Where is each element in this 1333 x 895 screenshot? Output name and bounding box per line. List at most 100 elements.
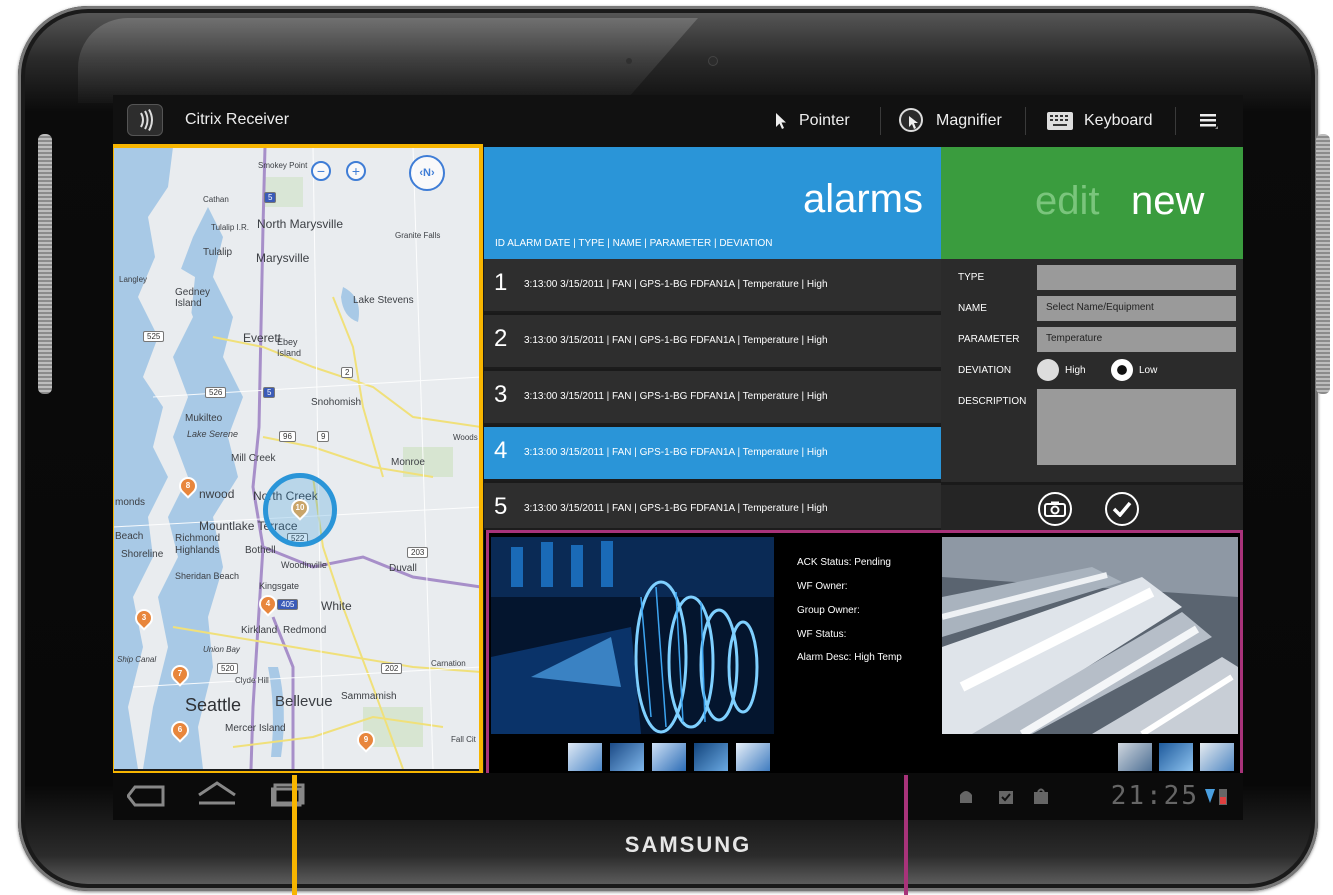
back-icon[interactable] bbox=[127, 785, 167, 807]
menu-button[interactable] bbox=[1199, 103, 1219, 139]
map-label: Woodinville bbox=[281, 560, 327, 570]
photo-thumbnail[interactable] bbox=[1159, 743, 1193, 771]
map-label: Tulalip I.R. bbox=[211, 223, 249, 232]
highway-shield: 2 bbox=[341, 367, 354, 378]
map-label: Mercer Island bbox=[225, 723, 286, 734]
compass-north-label: N bbox=[423, 167, 431, 179]
pointer-button[interactable]: Pointer bbox=[773, 103, 850, 139]
photo-thumbnail[interactable] bbox=[694, 743, 728, 771]
alarm-description: Alarm Desc: High Temp bbox=[797, 652, 902, 663]
photo-thumbnail[interactable] bbox=[1200, 743, 1234, 771]
magnifier-label: Magnifier bbox=[936, 112, 1002, 129]
ack-status: ACK Status: Pending bbox=[797, 557, 891, 568]
shopping-bag-icon bbox=[1034, 788, 1048, 804]
alarm-id: 3 bbox=[494, 381, 508, 408]
map-view[interactable]: − + ‹N› Smokey Point Cathan North Marysv… bbox=[113, 147, 481, 769]
map-label: Sammamish bbox=[341, 691, 397, 702]
map-label: North Marysville bbox=[257, 217, 344, 231]
alarm-row[interactable]: 1 3:13:00 3/15/2011 | FAN | GPS-1-BG FDF… bbox=[484, 259, 941, 313]
description-field[interactable] bbox=[1037, 389, 1236, 465]
keyboard-button[interactable]: Keyboard bbox=[1046, 103, 1153, 139]
alarm-details: 3:13:00 3/15/2011 | FAN | GPS-1-BG FDFAN… bbox=[524, 391, 828, 402]
home-icon[interactable] bbox=[197, 781, 237, 807]
alarm-row[interactable]: 3 3:13:00 3/15/2011 | FAN | GPS-1-BG FDF… bbox=[484, 371, 941, 425]
turbine-photo[interactable] bbox=[491, 537, 774, 734]
highway-shield: 520 bbox=[217, 663, 239, 674]
deviation-low-radio[interactable] bbox=[1111, 359, 1133, 381]
parameter-label: PARAMETER bbox=[958, 334, 1020, 345]
screen: Citrix Receiver Pointer Magnifier Keyboa… bbox=[113, 95, 1243, 820]
map-label: Mukilteo bbox=[185, 413, 223, 424]
photo-thumbnail[interactable] bbox=[568, 743, 602, 771]
map-label: monds bbox=[115, 497, 146, 508]
map-label: Langley bbox=[119, 275, 148, 284]
form-action-bar bbox=[941, 485, 1243, 530]
type-label: TYPE bbox=[958, 272, 985, 283]
alarm-row[interactable]: 2 3:13:00 3/15/2011 | FAN | GPS-1-BG FDF… bbox=[484, 315, 941, 369]
alarm-row-selected[interactable]: 4 3:13:00 3/15/2011 | FAN | GPS-1-BG FDF… bbox=[484, 427, 941, 481]
wf-owner: WF Owner: bbox=[797, 581, 848, 592]
magnifier-button[interactable]: Magnifier bbox=[898, 103, 1002, 139]
alarm-form: TYPE NAME Select Name/Equipment PARAMETE… bbox=[941, 259, 1243, 482]
checkmark-icon bbox=[1112, 501, 1132, 517]
map-label: Richmond Highlands bbox=[175, 533, 221, 556]
android-debug-icon bbox=[960, 791, 972, 803]
photo-thumbnail[interactable] bbox=[652, 743, 686, 771]
map-label: Kingsgate bbox=[259, 581, 300, 591]
map-label: Ebey Island bbox=[277, 337, 302, 358]
photo-thumbnail[interactable] bbox=[1118, 743, 1152, 771]
map-label: Mill Creek bbox=[231, 453, 276, 464]
highway-shield: 5 bbox=[264, 192, 277, 203]
map-label: Granite Falls bbox=[395, 231, 441, 240]
alarm-media-panel: ACK Status: Pending WF Owner: Group Owne… bbox=[484, 530, 1243, 773]
map-label: Cathan bbox=[203, 195, 229, 204]
front-camera bbox=[708, 56, 718, 66]
media-callout-line bbox=[904, 775, 908, 895]
pointer-label: Pointer bbox=[799, 112, 850, 129]
zoom-in-button[interactable]: + bbox=[346, 161, 366, 181]
battery-icon bbox=[1219, 789, 1227, 805]
left-side-button bbox=[38, 134, 52, 394]
confirm-button[interactable] bbox=[1105, 492, 1139, 526]
alarm-details: 3:13:00 3/15/2011 | FAN | GPS-1-BG FDFAN… bbox=[524, 279, 828, 290]
toolbar-divider bbox=[1025, 107, 1026, 135]
zoom-out-button[interactable]: − bbox=[311, 161, 331, 181]
status-clock: 21:25 bbox=[1110, 781, 1199, 811]
type-field[interactable] bbox=[1037, 265, 1236, 290]
map-label: Fall Cit bbox=[451, 735, 476, 744]
recent-apps-icon[interactable] bbox=[271, 783, 305, 807]
screen-glare bbox=[78, 18, 698, 103]
map-label: Sheridan Beach bbox=[175, 571, 240, 581]
map-label: Redmond bbox=[283, 625, 327, 636]
highway-shield: 202 bbox=[381, 663, 403, 674]
camera-icon bbox=[1044, 501, 1066, 517]
edit-tab[interactable]: edit bbox=[1035, 179, 1100, 224]
map-label: Lake Stevens bbox=[353, 295, 414, 306]
photo-thumbnail[interactable] bbox=[610, 743, 644, 771]
map-label: Smokey Point bbox=[258, 161, 308, 170]
map-label-seattle: Seattle bbox=[185, 695, 242, 715]
parameter-field[interactable]: Temperature bbox=[1037, 327, 1236, 352]
name-label: NAME bbox=[958, 303, 987, 314]
highway-shield: 96 bbox=[279, 431, 296, 442]
alarm-details: 3:13:00 3/15/2011 | FAN | GPS-1-BG FDFAN… bbox=[524, 503, 828, 514]
compass-control[interactable]: ‹N› bbox=[409, 155, 445, 191]
deviation-high-radio[interactable] bbox=[1037, 359, 1059, 381]
new-tab[interactable]: new bbox=[1131, 179, 1204, 224]
name-select[interactable]: Select Name/Equipment bbox=[1037, 296, 1236, 321]
citrix-receiver-icon[interactable] bbox=[127, 104, 163, 136]
photo-thumbnail[interactable] bbox=[736, 743, 770, 771]
alarms-column-headers: ID ALARM DATE | TYPE | NAME | PARAMETER … bbox=[495, 238, 773, 249]
pipes-photo[interactable] bbox=[942, 537, 1238, 734]
map-label: Bothell bbox=[245, 545, 276, 556]
map-label: Monroe bbox=[391, 457, 425, 468]
camera-button[interactable] bbox=[1038, 492, 1072, 526]
app-title: Citrix Receiver bbox=[185, 111, 290, 128]
citrix-toolbar: Citrix Receiver Pointer Magnifier Keyboa… bbox=[113, 95, 1243, 147]
light-sensor bbox=[626, 58, 632, 64]
map-label: Union Bay bbox=[203, 645, 240, 654]
alarm-row[interactable]: 5 3:13:00 3/15/2011 | FAN | GPS-1-BG FDF… bbox=[484, 483, 941, 530]
map-label: Duvall bbox=[389, 563, 417, 574]
edit-new-header: edit new bbox=[941, 147, 1243, 259]
deviation-label: DEVIATION bbox=[958, 365, 1012, 376]
